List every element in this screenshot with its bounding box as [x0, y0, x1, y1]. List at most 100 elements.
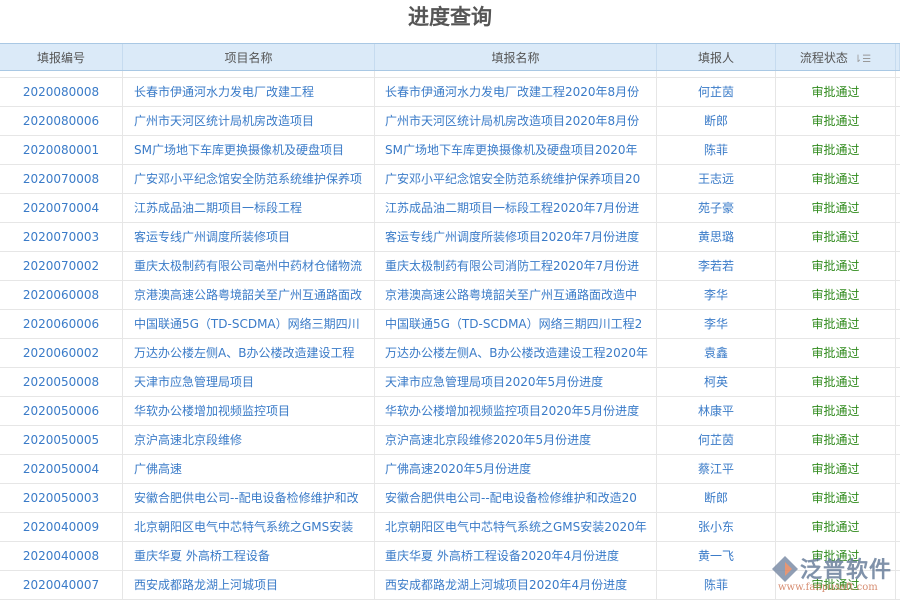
table-body: 2020080008长春市伊通河水力发电厂改建工程长春市伊通河水力发电厂改建工程… [0, 78, 900, 600]
cell-report[interactable]: 长春市伊通河水力发电厂改建工程2020年8月份 [375, 78, 657, 106]
table-row[interactable]: 2020040009北京朝阳区电气中芯特气系统之GMS安装北京朝阳区电气中芯特气… [0, 513, 900, 542]
cell-status: 审批通过 [776, 78, 896, 106]
cell-report[interactable]: 重庆华夏 外高桥工程设备2020年4月份进度 [375, 542, 657, 570]
cell-project[interactable]: 安徽合肥供电公司--配电设备检修维护和改 [123, 484, 375, 512]
cell-extra [896, 455, 900, 483]
sort-icon[interactable]: ⇂☰ [854, 54, 871, 65]
column-header-id[interactable]: 填报编号 [0, 44, 123, 70]
cell-project[interactable]: 广佛高速 [123, 455, 375, 483]
cell-status: 审批通过 [776, 252, 896, 280]
cell-report[interactable]: 中国联通5G（TD-SCDMA）网络三期四川工程2 [375, 310, 657, 338]
cell-report[interactable]: 客运专线广州调度所装修项目2020年7月份进度 [375, 223, 657, 251]
cell-report[interactable]: 京港澳高速公路粤境韶关至广州互通路面改造中 [375, 281, 657, 309]
cell-report[interactable]: 华软办公楼增加视频监控项目2020年5月份进度 [375, 397, 657, 425]
table-row[interactable]: 2020070002重庆太极制药有限公司亳州中药材仓储物流重庆太极制药有限公司消… [0, 252, 900, 281]
cell-report[interactable]: 安徽合肥供电公司--配电设备检修维护和改造20 [375, 484, 657, 512]
table-row[interactable]: 2020060008京港澳高速公路粤境韶关至广州互通路面改京港澳高速公路粤境韶关… [0, 281, 900, 310]
filter-cell [375, 71, 657, 77]
cell-report[interactable]: SM广场地下车库更换摄像机及硬盘项目2020年 [375, 136, 657, 164]
cell-report[interactable]: 天津市应急管理局项目2020年5月份进度 [375, 368, 657, 396]
cell-report[interactable]: 广安邓小平纪念馆安全防范系统维护保养项目20 [375, 165, 657, 193]
cell-extra [896, 165, 900, 193]
cell-person: 黄思璐 [657, 223, 776, 251]
column-header-status[interactable]: 流程状态 ⇂☰ [776, 44, 896, 70]
column-header-extra [896, 44, 900, 70]
cell-project[interactable]: 江苏成品油二期项目一标段工程 [123, 194, 375, 222]
cell-extra [896, 281, 900, 309]
table-row[interactable]: 2020070004江苏成品油二期项目一标段工程江苏成品油二期项目一标段工程20… [0, 194, 900, 223]
cell-project[interactable]: 重庆华夏 外高桥工程设备 [123, 542, 375, 570]
cell-id: 2020060006 [0, 310, 123, 338]
column-header-person[interactable]: 填报人 [657, 44, 776, 70]
cell-project[interactable]: 万达办公楼左侧A、B办公楼改造建设工程 [123, 339, 375, 367]
cell-project[interactable]: 客运专线广州调度所装修项目 [123, 223, 375, 251]
cell-status: 审批通过 [776, 136, 896, 164]
cell-person: 蔡江平 [657, 455, 776, 483]
cell-report[interactable]: 北京朝阳区电气中芯特气系统之GMS安装2020年 [375, 513, 657, 541]
cell-extra [896, 136, 900, 164]
cell-status: 审批通过 [776, 397, 896, 425]
watermark-url: www.fanpusoft.com [778, 582, 878, 593]
cell-extra [896, 107, 900, 135]
cell-status: 审批通过 [776, 107, 896, 135]
table-row[interactable]: 2020070003客运专线广州调度所装修项目客运专线广州调度所装修项目2020… [0, 223, 900, 252]
cell-person: 何芷茵 [657, 426, 776, 454]
cell-project[interactable]: SM广场地下车库更换摄像机及硬盘项目 [123, 136, 375, 164]
cell-report[interactable]: 重庆太极制药有限公司消防工程2020年7月份进 [375, 252, 657, 280]
progress-table: 填报编号 项目名称 填报名称 填报人 流程状态 ⇂☰ 2020080008长春市伊… [0, 43, 900, 600]
cell-project[interactable]: 京港澳高速公路粤境韶关至广州互通路面改 [123, 281, 375, 309]
table-row[interactable]: 2020050005京沪高速北京段维修京沪高速北京段维修2020年5月份进度何芷… [0, 426, 900, 455]
cell-project[interactable]: 中国联通5G（TD-SCDMA）网络三期四川 [123, 310, 375, 338]
cell-report[interactable]: 西安成都路龙湖上河城项目2020年4月份进度 [375, 571, 657, 599]
cell-status: 审批通过 [776, 455, 896, 483]
table-row[interactable]: 2020080008长春市伊通河水力发电厂改建工程长春市伊通河水力发电厂改建工程… [0, 78, 900, 107]
cell-id: 2020050008 [0, 368, 123, 396]
cell-person: 断郎 [657, 484, 776, 512]
table-row[interactable]: 2020060002万达办公楼左侧A、B办公楼改造建设工程万达办公楼左侧A、B办… [0, 339, 900, 368]
cell-report[interactable]: 广州市天河区统计局机房改造项目2020年8月份 [375, 107, 657, 135]
logo-icon [770, 554, 800, 584]
cell-project[interactable]: 重庆太极制药有限公司亳州中药材仓储物流 [123, 252, 375, 280]
cell-report[interactable]: 万达办公楼左侧A、B办公楼改造建设工程2020年 [375, 339, 657, 367]
table-row[interactable]: 2020050008天津市应急管理局项目天津市应急管理局项目2020年5月份进度… [0, 368, 900, 397]
table-row[interactable]: 2020050003安徽合肥供电公司--配电设备检修维护和改安徽合肥供电公司--… [0, 484, 900, 513]
cell-id: 2020080006 [0, 107, 123, 135]
cell-project[interactable]: 广州市天河区统计局机房改造项目 [123, 107, 375, 135]
column-header-report[interactable]: 填报名称 [375, 44, 657, 70]
cell-project[interactable]: 广安邓小平纪念馆安全防范系统维护保养项 [123, 165, 375, 193]
cell-report[interactable]: 京沪高速北京段维修2020年5月份进度 [375, 426, 657, 454]
cell-status: 审批通过 [776, 426, 896, 454]
cell-extra [896, 310, 900, 338]
cell-extra [896, 397, 900, 425]
cell-project[interactable]: 天津市应急管理局项目 [123, 368, 375, 396]
cell-id: 2020070008 [0, 165, 123, 193]
table-row[interactable]: 2020080001SM广场地下车库更换摄像机及硬盘项目SM广场地下车库更换摄像… [0, 136, 900, 165]
column-header-status-label: 流程状态 [800, 51, 848, 65]
table-row[interactable]: 2020040008重庆华夏 外高桥工程设备重庆华夏 外高桥工程设备2020年4… [0, 542, 900, 571]
table-row[interactable]: 2020050004广佛高速广佛高速2020年5月份进度蔡江平审批通过 [0, 455, 900, 484]
cell-project[interactable]: 华软办公楼增加视频监控项目 [123, 397, 375, 425]
cell-person: 李华 [657, 281, 776, 309]
cell-id: 2020070003 [0, 223, 123, 251]
cell-id: 2020070002 [0, 252, 123, 280]
table-row[interactable]: 2020070008广安邓小平纪念馆安全防范系统维护保养项广安邓小平纪念馆安全防… [0, 165, 900, 194]
cell-extra [896, 368, 900, 396]
cell-project[interactable]: 长春市伊通河水力发电厂改建工程 [123, 78, 375, 106]
cell-id: 2020050003 [0, 484, 123, 512]
cell-id: 2020050004 [0, 455, 123, 483]
cell-project[interactable]: 京沪高速北京段维修 [123, 426, 375, 454]
table-row[interactable]: 2020080006广州市天河区统计局机房改造项目广州市天河区统计局机房改造项目… [0, 107, 900, 136]
table-row[interactable]: 2020050006华软办公楼增加视频监控项目华软办公楼增加视频监控项目2020… [0, 397, 900, 426]
cell-id: 2020040007 [0, 571, 123, 599]
cell-project[interactable]: 西安成都路龙湖上河城项目 [123, 571, 375, 599]
cell-status: 审批通过 [776, 310, 896, 338]
table-row[interactable]: 2020040007西安成都路龙湖上河城项目西安成都路龙湖上河城项目2020年4… [0, 571, 900, 600]
cell-report[interactable]: 广佛高速2020年5月份进度 [375, 455, 657, 483]
cell-person: 陈菲 [657, 136, 776, 164]
cell-person: 张小东 [657, 513, 776, 541]
column-header-project[interactable]: 项目名称 [123, 44, 375, 70]
table-row[interactable]: 2020060006中国联通5G（TD-SCDMA）网络三期四川中国联通5G（T… [0, 310, 900, 339]
cell-person: 苑子豪 [657, 194, 776, 222]
cell-report[interactable]: 江苏成品油二期项目一标段工程2020年7月份进 [375, 194, 657, 222]
cell-project[interactable]: 北京朝阳区电气中芯特气系统之GMS安装 [123, 513, 375, 541]
